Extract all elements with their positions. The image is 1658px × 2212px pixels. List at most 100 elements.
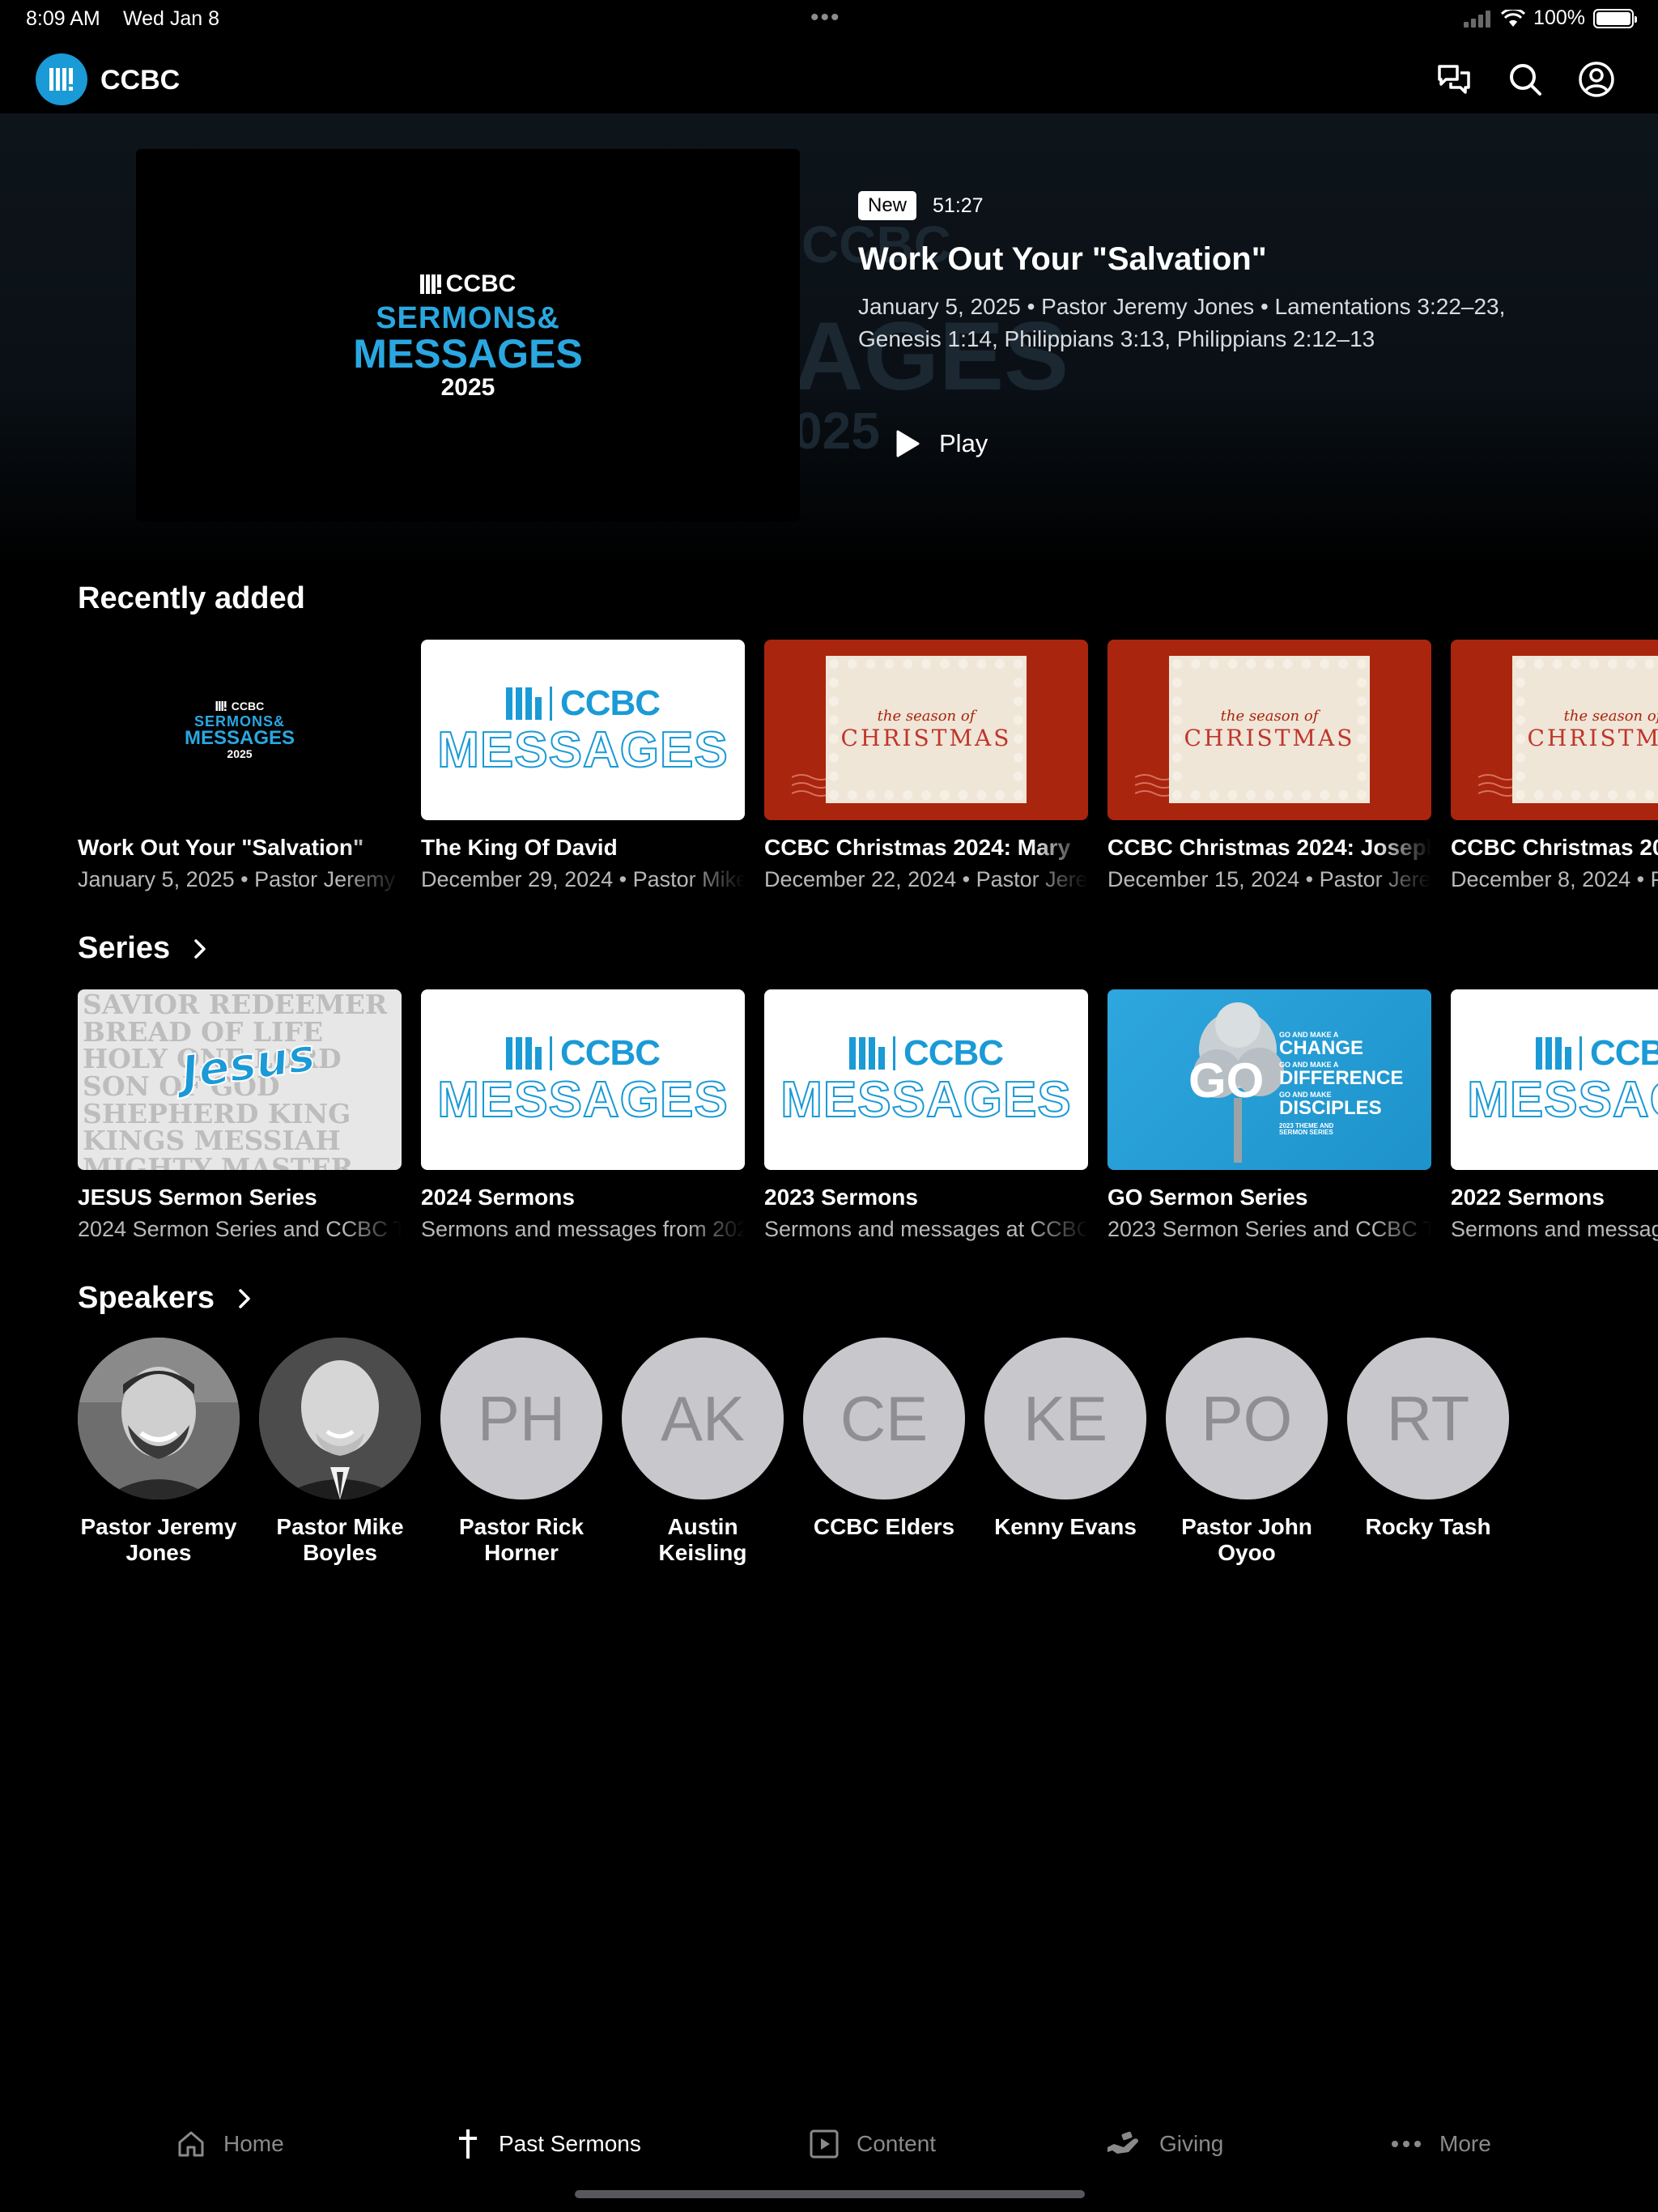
series-card[interactable]: CCBC MESSAGES 2023 Sermons Sermons and m… bbox=[764, 989, 1088, 1242]
messages-logo-row: CCBC bbox=[505, 683, 661, 724]
christmas-thumbnail: the season of CHRISTMAS bbox=[1451, 640, 1658, 820]
person-photo-icon bbox=[259, 1338, 421, 1499]
chat-icon[interactable] bbox=[1435, 60, 1473, 99]
card-title: CCBC Christmas 2024: Joseph bbox=[1107, 835, 1431, 860]
battery-percent: 100% bbox=[1533, 6, 1585, 29]
sermons-2025-thumbnail: CCBC SERMONS& MESSAGES 2025 bbox=[78, 640, 402, 820]
speaker-item[interactable]: RT Rocky Tash bbox=[1347, 1338, 1509, 1540]
thumb-ccbc: CCBC bbox=[215, 700, 264, 713]
recent-card[interactable]: CCBC MESSAGES The King Of David December… bbox=[421, 640, 745, 892]
hero-thumb-year: 2025 bbox=[440, 373, 495, 401]
messages-word: MESSAGES bbox=[1466, 1071, 1658, 1128]
messages-ccbc: CCBC bbox=[903, 1032, 1004, 1073]
card-subtitle: December 22, 2024 • Pastor Jeremy Jones bbox=[764, 867, 1088, 891]
speaker-item[interactable]: KE Kenny Evans bbox=[984, 1338, 1146, 1540]
messages-word: MESSAGES bbox=[436, 721, 729, 778]
messages-thumbnail: CCBC MESSAGES bbox=[421, 640, 745, 820]
hero-thumb-ccbc: CCBC bbox=[419, 270, 516, 298]
series-card[interactable]: SAVIOR REDEEMER BREAD OF LIFE HOLY ONE L… bbox=[78, 989, 402, 1242]
home-icon bbox=[178, 2131, 204, 2157]
card-subtitle: Sermons and messages from 2024 bbox=[421, 1217, 745, 1241]
card-subtitle: December 8, 2024 • Pastor Jeremy Jones bbox=[1451, 867, 1658, 891]
speaker-photo bbox=[78, 1338, 240, 1499]
tab-home[interactable]: Home bbox=[175, 2128, 284, 2160]
series-card[interactable]: CCBC MESSAGES 2024 Sermons Sermons and m… bbox=[421, 989, 745, 1242]
wifi-icon bbox=[1501, 9, 1526, 27]
messages-word: MESSAGES bbox=[436, 1071, 729, 1128]
hero-thumb-messages: MESSAGES bbox=[353, 330, 583, 376]
speakers-heading[interactable]: Speakers bbox=[78, 1281, 252, 1316]
series-card[interactable]: CCBC MESSAGES 2022 Sermons Sermons and m… bbox=[1451, 989, 1658, 1242]
speaker-name: Pastor Jeremy Jones bbox=[80, 1514, 237, 1565]
logo-divider bbox=[549, 1036, 552, 1070]
go-series-thumbnail: GO GO AND MAKE A CHANGE GO AND MAKE A DI… bbox=[1107, 989, 1431, 1170]
hero-title: Work Out Your "Salvation" bbox=[858, 241, 1267, 277]
ccbc-bars-icon bbox=[848, 1036, 885, 1070]
card-subtitle: December 15, 2024 • Pastor Jeremy Jones bbox=[1107, 867, 1431, 891]
ccbc-bars-icon bbox=[505, 1036, 542, 1070]
speaker-item[interactable]: Pastor Jeremy Jones bbox=[78, 1338, 240, 1566]
xmas-big-text: CHRISTMAS bbox=[1527, 725, 1658, 751]
card-title: 2022 Sermons bbox=[1451, 1185, 1605, 1210]
series-title: Series bbox=[78, 931, 171, 965]
messages-ccbc: CCBC bbox=[559, 1032, 661, 1073]
tab-label: Home bbox=[223, 2131, 284, 2156]
profile-icon[interactable] bbox=[1577, 60, 1616, 99]
christmas-stamp: the season of CHRISTMAS bbox=[829, 659, 1023, 800]
ccbc-bars-icon bbox=[1535, 1036, 1571, 1070]
recent-card[interactable]: the season of CHRISTMAS CCBC Christmas 2… bbox=[764, 640, 1088, 892]
status-date: Wed Jan 8 bbox=[123, 7, 220, 30]
card-subtitle: Sermons and messages from 2022 bbox=[1451, 1217, 1658, 1241]
multitasking-dots[interactable]: ••• bbox=[810, 6, 841, 30]
app-screen: 8:09 AM Wed Jan 8 ••• 100% CCBC AGES 025 bbox=[0, 0, 1658, 2212]
speaker-item[interactable]: AK Austin Keisling bbox=[622, 1338, 784, 1566]
app-header: CCBC bbox=[0, 49, 1658, 110]
card-title: GO Sermon Series bbox=[1107, 1185, 1308, 1210]
series-card[interactable]: GO GO AND MAKE A CHANGE GO AND MAKE A DI… bbox=[1107, 989, 1431, 1242]
go-line: DISCIPLES bbox=[1279, 1097, 1382, 1119]
hero-badges: New 51:27 bbox=[858, 191, 1506, 220]
card-title: Work Out Your "Salvation" bbox=[78, 835, 364, 860]
speaker-item[interactable]: Pastor Mike Boyles bbox=[259, 1338, 421, 1566]
speaker-initials-avatar: RT bbox=[1347, 1338, 1509, 1499]
logo-divider bbox=[1579, 1036, 1582, 1070]
app-title: CCBC bbox=[100, 65, 181, 96]
messages-ccbc: CCBC bbox=[559, 683, 661, 723]
messages-thumbnail: CCBC MESSAGES bbox=[421, 989, 745, 1170]
speakers-title: Speakers bbox=[78, 1281, 215, 1315]
christmas-stamp: the season of CHRISTMAS bbox=[1172, 659, 1367, 800]
tab-more[interactable]: More bbox=[1389, 2128, 1491, 2160]
logo-divider bbox=[892, 1036, 895, 1070]
tab-past-sermons[interactable]: Past Sermons bbox=[453, 2128, 641, 2160]
play-square-icon bbox=[810, 2129, 839, 2159]
go-line: CHANGE bbox=[1279, 1037, 1364, 1059]
recently-added-title: Recently added bbox=[78, 581, 305, 615]
thumb-messages: MESSAGES bbox=[184, 726, 295, 749]
xmas-big-text: CHRISTMAS bbox=[1184, 725, 1355, 751]
xmas-big-text: CHRISTMAS bbox=[840, 725, 1012, 751]
speaker-item[interactable]: PH Pastor Rick Horner bbox=[440, 1338, 602, 1566]
card-subtitle: 2024 Sermon Series and CCBC Theme bbox=[78, 1217, 402, 1241]
speaker-item[interactable]: PO Pastor John Oyoo bbox=[1166, 1338, 1328, 1566]
cellular-signal-icon bbox=[1464, 10, 1491, 28]
card-title: 2024 Sermons bbox=[421, 1185, 575, 1210]
logo-icon[interactable] bbox=[36, 53, 87, 105]
hero-subtitle: January 5, 2025 • Pastor Jeremy Jones • … bbox=[858, 294, 1506, 351]
recent-card[interactable]: the season of CHRISTMAS CCBC Christmas 2… bbox=[1107, 640, 1431, 892]
speaker-initials-avatar: KE bbox=[984, 1338, 1146, 1499]
christmas-stamp: the season of CHRISTMAS bbox=[1516, 659, 1658, 800]
recent-card[interactable]: CCBC SERMONS& MESSAGES 2025 Work Out You… bbox=[78, 640, 402, 892]
play-button[interactable]: Play bbox=[866, 411, 1028, 476]
home-indicator[interactable] bbox=[575, 2190, 1085, 2198]
series-heading[interactable]: Series bbox=[78, 931, 207, 966]
tab-content[interactable]: Content bbox=[808, 2128, 936, 2160]
hero-thumbnail[interactable]: CCBC SERMONS& MESSAGES 2025 bbox=[136, 149, 800, 521]
recent-card[interactable]: the season of CHRISTMAS CCBC Christmas 2… bbox=[1451, 640, 1658, 892]
tab-giving[interactable]: Giving bbox=[1106, 2128, 1223, 2160]
ccbc-bars-icon bbox=[505, 687, 542, 720]
search-icon[interactable] bbox=[1506, 60, 1545, 99]
card-subtitle: 2023 Sermon Series and CCBC Theme bbox=[1107, 1217, 1431, 1241]
speaker-item[interactable]: CE CCBC Elders bbox=[803, 1338, 965, 1540]
messages-word: MESSAGES bbox=[780, 1071, 1072, 1128]
giving-hand-icon bbox=[1107, 2131, 1138, 2154]
